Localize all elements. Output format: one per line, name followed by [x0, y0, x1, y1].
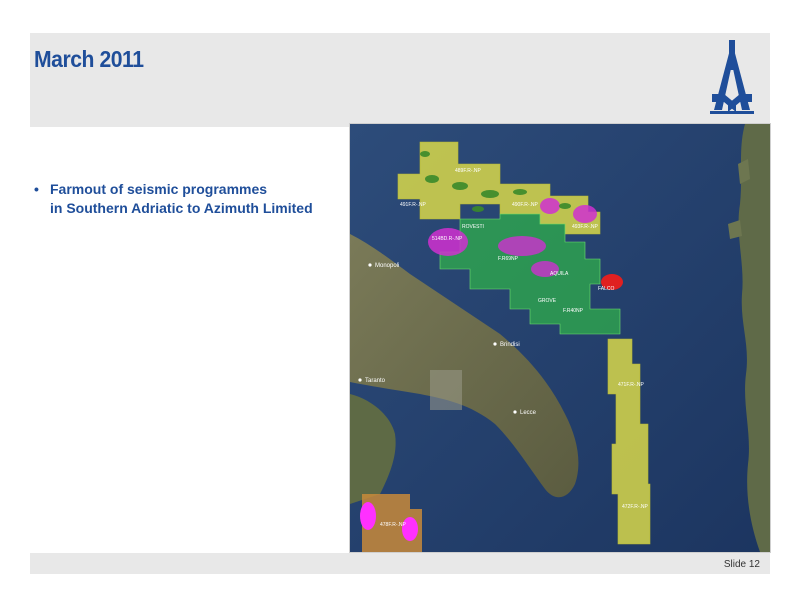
block-label-478: 478F.R-.NP — [380, 522, 407, 528]
prospect-label-aquila: AQUILA — [550, 271, 569, 277]
prospect-west — [428, 228, 468, 256]
prospect-label-falco: FALCO — [598, 286, 615, 292]
prospect-label-grove: GROVE — [538, 298, 557, 304]
map-image: 489F.R-.NP 491F.R-.NP 490F.R-.NP 493F.R-… — [350, 124, 770, 552]
svg-text:Brindisi: Brindisi — [500, 342, 520, 348]
slide-title: March 2011 — [34, 46, 144, 72]
prospect-label-rovesti: ROVESTI — [462, 224, 484, 230]
svg-text:Lecce: Lecce — [520, 410, 537, 416]
block-label-f5: F.R69NP — [498, 256, 519, 262]
prospect-southwest-b — [402, 517, 418, 541]
prospect-southwest-a — [360, 502, 376, 530]
block-label-514: 514BD.R-.NP — [432, 236, 463, 242]
svg-text:Taranto: Taranto — [365, 378, 386, 384]
bullet-list: • Farmout of seismic programmes in South… — [34, 180, 344, 218]
block-label-472: 472F.R-.NP — [622, 504, 649, 510]
block-label-471: 471F.R-.NP — [618, 382, 645, 388]
prospect-east — [573, 205, 597, 223]
block-label-489: 489F.R-.NP — [455, 168, 482, 174]
block-label-491: 491F.R-.NP — [400, 202, 427, 208]
satellite-map: 489F.R-.NP 491F.R-.NP 490F.R-.NP 493F.R-… — [350, 124, 770, 552]
bullet-item: • Farmout of seismic programmes — [34, 180, 344, 199]
bullet-text-line1: Farmout of seismic programmes — [50, 181, 268, 197]
block-label-f6: F.R40NP — [563, 308, 584, 314]
bullet-text-line2: in Southern Adriatic to Azimuth Limited — [50, 200, 313, 216]
prospect-central — [498, 236, 546, 256]
block-label-493: 493F.R-.NP — [572, 224, 599, 230]
company-logo-icon — [710, 40, 754, 114]
prospect-north-east — [540, 198, 560, 214]
bullet-marker: • — [34, 181, 39, 197]
block-label-490: 490F.R-.NP — [512, 202, 539, 208]
slide-number: Slide 12 — [723, 559, 760, 570]
footer-band — [30, 553, 770, 574]
svg-text:Monopoli: Monopoli — [375, 263, 399, 269]
inland-area-block — [430, 370, 462, 410]
